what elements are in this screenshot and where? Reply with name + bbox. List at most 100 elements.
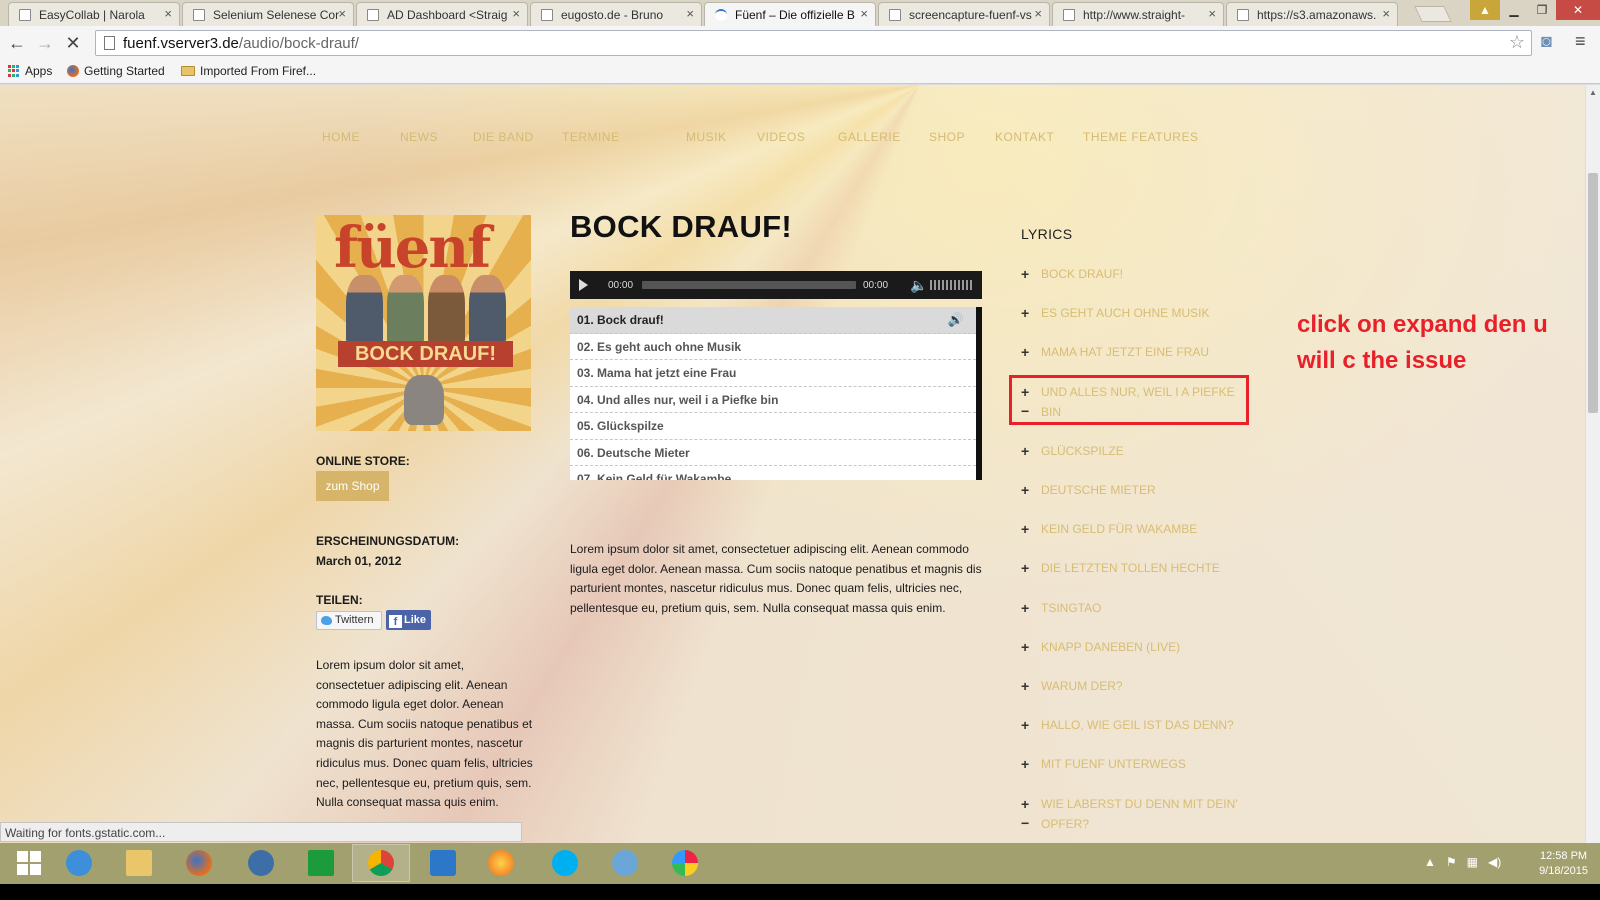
url-text[interactable]: fuenf.vserver3.de/audio/bock-drauf/ (123, 35, 359, 52)
collapse-minus-icon[interactable]: − (1021, 814, 1029, 834)
playlist-item[interactable]: 06. Deutsche Mieter (570, 440, 976, 466)
twitter-button[interactable]: Twittern (316, 611, 382, 630)
stop-button[interactable]: ✕ (62, 32, 84, 54)
expand-plus-icon[interactable]: + (1021, 442, 1029, 462)
tab-close-icon[interactable]: × (164, 6, 172, 21)
tab-fuenf[interactable]: Füenf – Die offizielle B × (704, 2, 876, 26)
lyrics-item[interactable]: + DEUTSCHE MIETER (1021, 481, 1251, 501)
show-hidden-icons-icon[interactable]: ▲ (1424, 855, 1436, 869)
lyrics-item[interactable]: + DIE LETZTEN TOLLEN HECHTE (1021, 559, 1251, 579)
playlist-item[interactable]: 07. Kein Geld für Wakambe (570, 466, 976, 480)
nav-gallerie[interactable]: GALLERIE (838, 130, 901, 144)
nav-termine[interactable]: TERMINE (562, 130, 620, 144)
bookmark-imported[interactable]: Imported From Firef... (181, 64, 316, 78)
tab-close-icon[interactable]: × (686, 6, 694, 21)
lyrics-item[interactable]: + MAMA HAT JETZT EINE FRAU (1021, 343, 1251, 363)
taskbar-firefox[interactable] (170, 844, 228, 882)
lyrics-item[interactable]: + WARUM DER? (1021, 677, 1251, 697)
playlist-item[interactable]: 04. Und alles nur, weil i a Piefke bin (570, 387, 976, 413)
tab-amazonaws[interactable]: https://s3.amazonaws. × (1226, 2, 1398, 26)
tab-screencapture[interactable]: screencapture-fuenf-vs × (878, 2, 1050, 26)
network-icon[interactable]: ▦ (1467, 855, 1478, 869)
progress-rail[interactable] (642, 281, 856, 289)
expand-plus-icon[interactable]: + (1021, 265, 1029, 285)
lyrics-item[interactable]: + KEIN GELD FÜR WAKAMBE (1021, 520, 1251, 540)
scroll-up-arrow-icon[interactable]: ▲ (1589, 88, 1597, 97)
bookmark-getting-started[interactable]: Getting Started (67, 64, 165, 78)
nav-videos[interactable]: VIDEOS (757, 130, 805, 144)
taskbar-flame[interactable] (472, 844, 530, 882)
expand-plus-icon[interactable]: + (1021, 755, 1029, 775)
album-cover[interactable]: füenf BOCK DRAUF! (316, 215, 531, 431)
tab-close-icon[interactable]: × (1382, 6, 1390, 21)
lyrics-item[interactable]: + GLÜCKSPILZE (1021, 442, 1251, 462)
tab-easycollab[interactable]: EasyCollab | Narola × (8, 2, 180, 26)
playlist-item[interactable]: 01. Bock drauf! 🔊 (570, 307, 976, 334)
back-button[interactable]: ← (6, 32, 28, 54)
tab-close-icon[interactable]: × (1034, 6, 1042, 21)
restore-button[interactable]: ❐ (1528, 0, 1556, 20)
vertical-scrollbar[interactable]: ▲ ▼ (1585, 85, 1600, 858)
taskbar-explorer[interactable] (110, 844, 168, 882)
tab-close-icon[interactable]: × (512, 6, 520, 21)
tab-selenium[interactable]: Selenium Selenese Cor × (182, 2, 354, 26)
playlist-item[interactable]: 05. Glückspilze (570, 413, 976, 440)
lyrics-item[interactable]: + HALLO, WIE GEIL IST DAS DENN? (1021, 716, 1251, 736)
taskbar-store[interactable] (292, 844, 350, 882)
shop-button[interactable]: zum Shop (316, 471, 389, 501)
tab-straight[interactable]: http://www.straight- × (1052, 2, 1224, 26)
nav-musik[interactable]: MUSIK (686, 130, 727, 144)
menu-icon[interactable]: ≡ (1575, 31, 1586, 52)
bookmark-apps[interactable]: Apps (8, 64, 52, 78)
play-icon[interactable] (579, 279, 588, 291)
lyrics-item[interactable]: + ES GEHT AUCH OHNE MUSIK (1021, 304, 1251, 324)
playlist-item[interactable]: 03. Mama hat jetzt eine Frau (570, 360, 976, 387)
volume-icon[interactable]: ◀) (1488, 855, 1501, 869)
new-tab-button[interactable] (1414, 6, 1452, 22)
tab-eugosto[interactable]: eugosto.de - Bruno × (530, 2, 702, 26)
camera-icon[interactable]: ◙ (1541, 31, 1552, 52)
nav-shop[interactable]: SHOP (929, 130, 965, 144)
volume-icon[interactable]: 🔈 (910, 277, 927, 294)
user-icon[interactable]: ▲ (1470, 0, 1500, 20)
tab-close-icon[interactable]: × (338, 6, 346, 21)
nav-home[interactable]: HOME (322, 130, 360, 144)
lyrics-item[interactable]: + KNAPP DANEBEN (LIVE) (1021, 638, 1251, 658)
bookmark-star-icon[interactable]: ☆ (1509, 32, 1525, 53)
expand-plus-icon[interactable]: + (1021, 795, 1029, 815)
expand-plus-icon[interactable]: + (1021, 343, 1029, 363)
volume-slider[interactable] (930, 280, 974, 290)
tab-ad-dashboard[interactable]: AD Dashboard <Straig × (356, 2, 528, 26)
nav-theme-features[interactable]: THEME FEATURES (1083, 130, 1198, 144)
lyrics-item[interactable]: + BOCK DRAUF! (1021, 265, 1251, 285)
lyrics-item[interactable]: + TSINGTAO (1021, 599, 1251, 619)
taskbar-chrome[interactable] (352, 844, 410, 882)
expand-plus-icon[interactable]: + (1021, 638, 1029, 658)
taskbar-rb[interactable] (414, 844, 472, 882)
tab-close-icon[interactable]: × (860, 6, 868, 21)
forward-button[interactable]: → (34, 32, 56, 54)
expand-plus-icon[interactable]: + (1021, 559, 1029, 579)
clock[interactable]: 12:58 PM 9/18/2015 (1539, 849, 1588, 879)
nav-die-band[interactable]: DIE BAND (473, 130, 534, 144)
expand-plus-icon[interactable]: + (1021, 599, 1029, 619)
taskbar-paint[interactable] (656, 844, 714, 882)
address-bar[interactable]: fuenf.vserver3.de/audio/bock-drauf/ ☆ (95, 30, 1532, 56)
nav-kontakt[interactable]: KONTAKT (995, 130, 1054, 144)
close-window-button[interactable]: ✕ (1556, 0, 1600, 20)
facebook-like-button[interactable]: f Like (386, 610, 431, 630)
action-center-flag-icon[interactable]: ⚑ (1446, 855, 1457, 869)
taskbar-ie[interactable] (50, 844, 108, 882)
minimize-button[interactable]: ▁ (1500, 0, 1528, 20)
tab-close-icon[interactable]: × (1208, 6, 1216, 21)
expand-plus-icon[interactable]: + (1021, 716, 1029, 736)
scroll-thumb[interactable] (1588, 173, 1598, 413)
taskbar-thunderbird[interactable] (232, 844, 290, 882)
expand-plus-icon[interactable]: + (1021, 677, 1029, 697)
playlist-item[interactable]: 02. Es geht auch ohne Musik (570, 334, 976, 360)
taskbar-skype[interactable] (536, 844, 594, 882)
lyrics-item-expanded[interactable]: + − WIE LABERST DU DENN MIT DEIN' OPFER? (1021, 795, 1251, 834)
nav-news[interactable]: NEWS (400, 130, 438, 144)
expand-plus-icon[interactable]: + (1021, 304, 1029, 324)
taskbar-safari[interactable] (596, 844, 654, 882)
